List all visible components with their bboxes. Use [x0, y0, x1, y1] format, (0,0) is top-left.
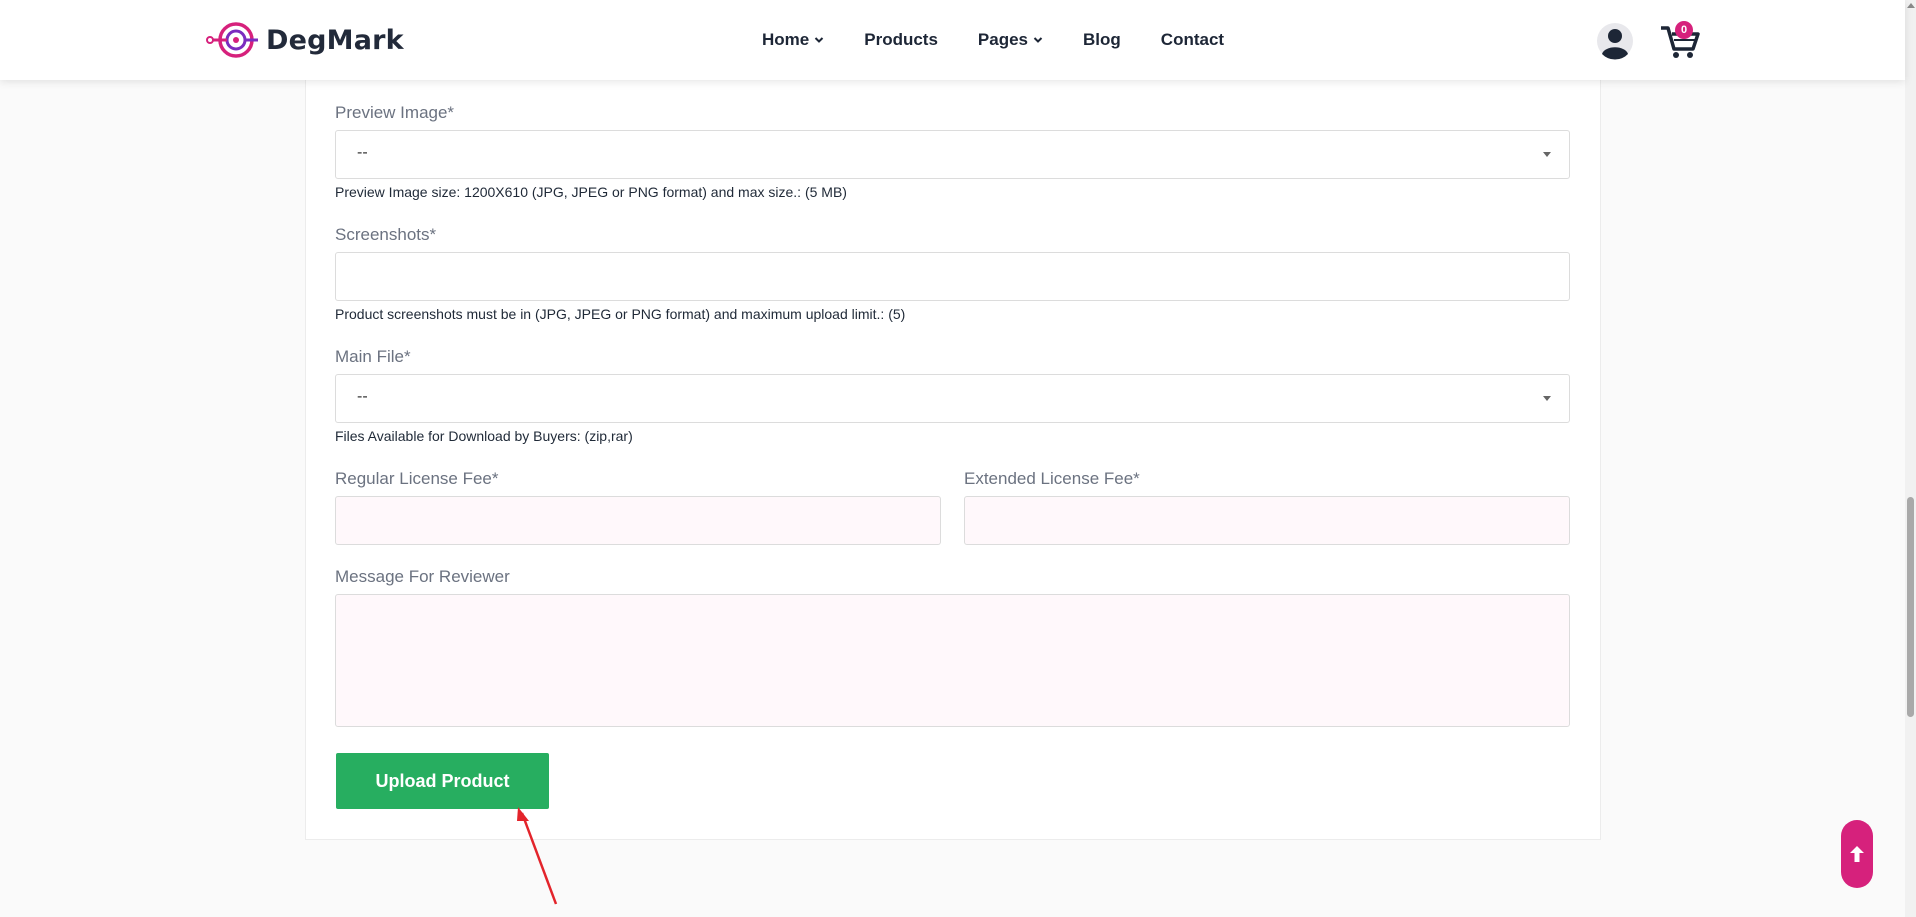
page-scrollbar[interactable] [1905, 0, 1916, 917]
main-file-select[interactable]: -- [335, 374, 1570, 423]
caret-down-icon [1543, 396, 1551, 401]
main-file-value: -- [357, 388, 368, 405]
preview-image-help: Preview Image size: 1200X610 (JPG, JPEG … [335, 184, 847, 200]
nav-item-label: Home [762, 30, 810, 49]
screenshots-input[interactable] [335, 252, 1570, 301]
extended-license-fee-label: Extended License Fee* [964, 469, 1140, 488]
screenshots-label: Screenshots* [335, 225, 437, 244]
nav-item-pages[interactable]: Pages [978, 30, 1043, 50]
caret-down-icon [1543, 152, 1551, 157]
nav-item-label: Pages [977, 30, 1029, 49]
regular-license-fee-input[interactable] [335, 496, 941, 545]
message-for-reviewer-textarea[interactable] [335, 594, 1570, 727]
cart-count-badge: 0 [1675, 21, 1693, 39]
preview-image-value: -- [357, 144, 368, 161]
nav-item-label: Contact [1160, 30, 1225, 49]
nav-item-label: Blog [1083, 30, 1121, 49]
chevron-down-icon [1033, 37, 1043, 43]
extended-license-fee-input[interactable] [964, 496, 1570, 545]
annotation-arrow-icon [517, 807, 558, 905]
chevron-down-icon [815, 37, 824, 43]
site-header: DegMark Home Products Pages Blog Contact… [0, 0, 1905, 80]
back-to-top-button[interactable] [1841, 820, 1873, 888]
logo-text: DegMark [266, 24, 404, 56]
logo[interactable]: DegMark [206, 20, 404, 60]
nav-item-label: Products [864, 30, 938, 49]
logo-icon [206, 22, 258, 58]
nav-item-products[interactable]: Products [864, 30, 938, 50]
main-nav: Home Products Pages Blog Contact [762, 0, 1264, 80]
nav-item-home[interactable]: Home [762, 30, 824, 50]
screenshots-help: Product screenshots must be in (JPG, JPE… [335, 306, 906, 322]
main-file-help: Files Available for Download by Buyers: … [335, 428, 633, 444]
main-file-label: Main File* [335, 347, 411, 366]
message-for-reviewer-label: Message For Reviewer [335, 567, 510, 586]
arrow-up-icon [1850, 846, 1864, 862]
preview-image-label: Preview Image* [335, 103, 455, 122]
nav-item-contact[interactable]: Contact [1161, 30, 1224, 50]
scroll-up-icon[interactable] [1907, 3, 1915, 8]
regular-license-fee-label: Regular License Fee* [335, 469, 499, 488]
scrollbar-thumb[interactable] [1907, 497, 1914, 717]
nav-item-blog[interactable]: Blog [1083, 30, 1121, 50]
preview-image-select[interactable]: -- [335, 130, 1570, 179]
user-circle-icon[interactable] [1596, 22, 1634, 60]
